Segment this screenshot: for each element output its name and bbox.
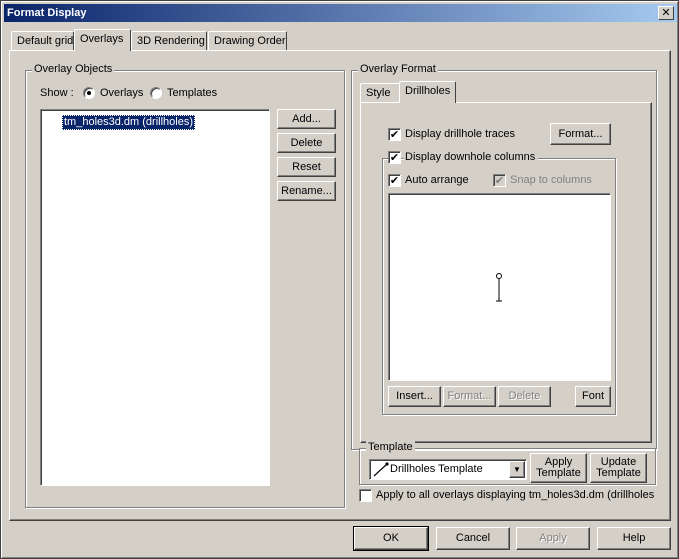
tab-drawing-order[interactable]: Drawing Order	[208, 31, 287, 51]
list-item-label: tm_holes3d.dm (drillholes)	[62, 114, 195, 130]
template-group: Template Drillholes Template ▼ Apply Tem…	[359, 441, 656, 485]
downhole-columns-group: ✔ Display downhole columns ✔ Auto arrang…	[382, 151, 616, 415]
font-button[interactable]: Font	[575, 386, 611, 407]
overlay-objects-label: Overlay Objects	[32, 63, 115, 75]
insert-column-button[interactable]: Insert...	[388, 386, 441, 407]
template-select[interactable]: Drillholes Template ▼	[369, 459, 527, 480]
window-title: Format Display	[7, 7, 87, 19]
apply-all-checkbox[interactable]	[359, 489, 372, 502]
tab-drillholes[interactable]: Drillholes	[399, 81, 456, 103]
tab-label: Drillholes	[405, 85, 451, 97]
snap-to-columns-label[interactable]: Snap to columns	[510, 174, 592, 186]
drillhole-icon	[373, 462, 389, 477]
format-traces-button[interactable]: Format...	[550, 123, 611, 145]
overlays-radio-label[interactable]: Overlays	[100, 87, 143, 99]
overlay-format-label: Overlay Format	[358, 63, 438, 75]
drillhole-icon	[45, 114, 61, 129]
template-select-value: Drillholes Template	[390, 463, 483, 475]
overlay-list[interactable]: tm_holes3d.dm (drillholes)	[40, 109, 270, 486]
show-label: Show :	[40, 87, 74, 99]
templates-radio-label[interactable]: Templates	[167, 87, 217, 99]
overlays-tab-panel: Overlay Objects Show : Overlays Template…	[9, 50, 671, 521]
snap-to-columns-checkbox[interactable]: ✔	[493, 174, 506, 187]
ok-button[interactable]: OK	[353, 526, 429, 551]
rename-button[interactable]: Rename...	[277, 181, 336, 201]
tab-label: Overlays	[80, 33, 124, 45]
add-button[interactable]: Add...	[277, 109, 336, 129]
overlay-format-group: Overlay Format Style Drillholes ✔ Displa…	[351, 63, 657, 450]
apply-template-button[interactable]: Apply Template	[530, 453, 587, 483]
chevron-down-icon[interactable]: ▼	[509, 461, 525, 478]
title-bar: Format Display ✕	[4, 4, 677, 22]
display-traces-label[interactable]: Display drillhole traces	[405, 128, 515, 140]
template-label: Template	[366, 441, 415, 453]
overlay-objects-group: Overlay Objects Show : Overlays Template…	[25, 63, 345, 508]
auto-arrange-checkbox[interactable]: ✔	[388, 174, 401, 187]
tab-default-grid[interactable]: Default grid	[11, 31, 74, 51]
drillhole-preview-icon	[496, 273, 502, 302]
display-traces-checkbox[interactable]: ✔	[388, 128, 401, 141]
tab-overlays[interactable]: Overlays	[74, 29, 131, 51]
tab-label: Default grid	[17, 35, 74, 47]
delete-button[interactable]: Delete	[277, 133, 336, 153]
help-button[interactable]: Help	[597, 527, 671, 550]
auto-arrange-label[interactable]: Auto arrange	[405, 174, 469, 186]
delete-column-button[interactable]: Delete	[498, 386, 551, 407]
overlays-radio[interactable]	[83, 87, 95, 99]
close-icon[interactable]: ✕	[658, 6, 674, 20]
tab-3d-rendering[interactable]: 3D Rendering	[131, 31, 207, 51]
tab-label: Style	[366, 87, 391, 99]
format-column-button[interactable]: Format...	[443, 386, 496, 407]
apply-button[interactable]: Apply	[516, 527, 590, 550]
tab-style[interactable]: Style	[360, 83, 400, 103]
drillholes-tab-panel: ✔ Display drillhole traces Format... ✔ D…	[360, 102, 652, 443]
templates-radio[interactable]	[150, 87, 162, 99]
display-columns-checkbox[interactable]: ✔	[388, 151, 401, 164]
reset-button[interactable]: Reset	[277, 157, 336, 177]
tab-label: 3D Rendering	[137, 35, 205, 47]
list-item[interactable]: tm_holes3d.dm (drillholes)	[44, 113, 195, 131]
apply-all-label[interactable]: Apply to all overlays displaying tm_hole…	[376, 489, 654, 501]
tab-label: Drawing Order	[214, 35, 286, 47]
column-preview[interactable]	[388, 193, 611, 381]
apply-template-label: Template	[536, 467, 581, 479]
format-display-dialog: Format Display ✕ Default grid Overlays 3…	[0, 0, 679, 559]
display-columns-label[interactable]: Display downhole columns	[404, 151, 539, 163]
update-template-button[interactable]: Update Template	[590, 453, 647, 483]
cancel-button[interactable]: Cancel	[436, 527, 510, 550]
update-template-label: Template	[596, 467, 641, 479]
